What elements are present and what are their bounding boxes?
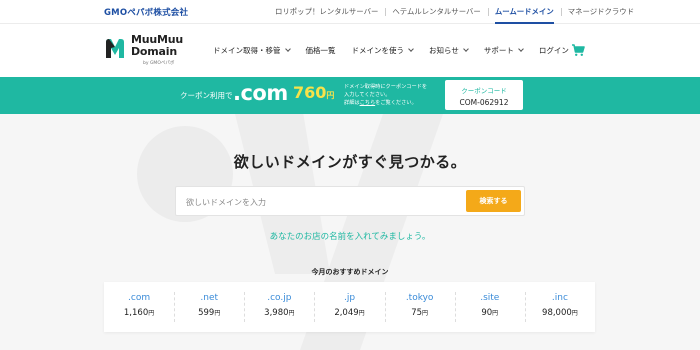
coupon-note-pre: 詳細は: [344, 100, 360, 106]
coupon-price-unit: 円: [326, 91, 335, 100]
logo-byline: by GMOペパボ: [143, 61, 175, 66]
domain-price: 3,980円: [244, 308, 314, 318]
coupon-code-box[interactable]: クーポンコード COM-062912: [445, 80, 523, 110]
corporate-link-managed-cloud[interactable]: マネージドクラウド: [560, 0, 641, 24]
nav-domain-register[interactable]: ドメイン取得・移管: [205, 45, 298, 56]
coupon-tld: .com: [233, 81, 288, 105]
domain-price-unit: 円: [214, 310, 221, 317]
domain-price: 98,000円: [525, 308, 595, 318]
corporate-nav: ロリポップ！レンタルサーバー ヘテムルレンタルサーバー ムームードメイン マネー…: [268, 0, 641, 24]
main-nav: ドメイン取得・移管 価格一覧 ドメインを使う お知らせ サポート ログイン: [205, 24, 577, 77]
gmo-logo-mark: GMO: [104, 8, 128, 18]
nav-support[interactable]: サポート: [476, 45, 531, 56]
domain-tld: .tokyo: [405, 293, 434, 303]
cart-icon[interactable]: [571, 43, 585, 57]
search-button[interactable]: 検索する: [466, 190, 521, 212]
domain-price-unit: 円: [492, 310, 499, 317]
coupon-note-line-3: 詳細はこちらをご覧ください。: [344, 99, 427, 107]
coupon-details-link[interactable]: こちら: [360, 100, 376, 106]
domain-price-value: 3,980: [264, 308, 289, 318]
nav-label: お知らせ: [429, 46, 459, 55]
domain-tld: .net: [200, 293, 219, 303]
domain-price-unit: 円: [288, 310, 295, 317]
domain-item-jp[interactable]: .jp 2,049円: [314, 282, 384, 332]
chevron-down-icon: [463, 46, 469, 52]
nav-label: ドメイン取得・移管: [213, 46, 281, 55]
gmo-logo-text: ペパボ株式会社: [127, 8, 189, 18]
domain-search-input[interactable]: [186, 194, 456, 210]
nav-label: ドメインを使う: [351, 46, 405, 55]
nav-price-list[interactable]: 価格一覧: [298, 45, 344, 56]
domain-price: 75円: [385, 308, 455, 318]
coupon-code-label: クーポンコード: [461, 87, 507, 95]
logo-line-1: MuuMuu: [131, 33, 184, 46]
nav-label: サポート: [483, 46, 514, 55]
logo-wordmark: MuuMuu Domain: [131, 34, 183, 57]
domain-item-tokyo[interactable]: .tokyo 75円: [384, 282, 455, 332]
site-header: MuuMuu Domain by GMOペパボ ドメイン取得・移管 価格一覧 ド…: [0, 24, 700, 77]
domain-price-unit: 円: [358, 310, 365, 317]
coupon-price-value: 760: [293, 83, 327, 102]
chevron-down-icon: [284, 46, 291, 52]
coupon-code-value: COM-062912: [459, 98, 509, 107]
domain-price-unit: 円: [148, 310, 155, 317]
domain-price: 599円: [174, 308, 244, 318]
domain-item-co-jp[interactable]: .co.jp 3,980円: [244, 282, 314, 332]
coupon-note-line-1: ドメイン取得時にクーポンコードを: [344, 84, 428, 90]
coupon-price: 760円: [293, 83, 334, 102]
domain-price-value: 75: [411, 308, 423, 318]
domain-tld: .co.jp: [267, 293, 292, 303]
domain-tld: .inc: [551, 293, 568, 303]
muumuu-logo-icon: [106, 39, 124, 58]
recommended-domains-list: .com 1,160円 .net 599円 .co.jp 3,980円 .jp 2,04…: [104, 282, 595, 332]
domain-item-net[interactable]: .net 599円: [174, 282, 244, 332]
corporate-link-lolipop[interactable]: ロリポップ！レンタルサーバー: [268, 0, 385, 24]
nav-label: ログイン: [538, 46, 569, 55]
muumuu-domain-logo[interactable]: MuuMuu Domain by GMOペパボ: [103, 33, 193, 69]
domain-item-site[interactable]: .site 90円: [454, 282, 525, 332]
domain-item-inc[interactable]: .inc 98,000円: [524, 282, 595, 332]
coupon-lead-text: クーポン利用で: [180, 91, 233, 100]
corporate-link-muumuu[interactable]: ムームードメイン: [487, 0, 561, 24]
domain-tld: .site: [480, 293, 500, 303]
coupon-note-post: をご覧ください。: [375, 100, 417, 106]
domain-item-com[interactable]: .com 1,160円: [104, 282, 174, 332]
search-hint: あなたのお店の名前を入れてみましょう。: [269, 232, 431, 242]
hero-title: 欲しいドメインがすぐ見つかる。: [233, 153, 467, 171]
domain-price-unit: 円: [571, 310, 578, 317]
coupon-banner: クーポン利用で .com 760円 ドメイン取得時にクーポンコードを 入力してく…: [0, 77, 700, 114]
nav-login[interactable]: ログイン: [531, 45, 577, 56]
recommended-domains-title: 今月のおすすめドメイン: [311, 268, 389, 276]
domain-price: 1,160円: [104, 308, 174, 318]
nav-label: 価格一覧: [305, 46, 336, 55]
nav-news[interactable]: お知らせ: [421, 45, 476, 56]
domain-price-value: 1,160: [123, 308, 149, 318]
hero-section: 欲しいドメインがすぐ見つかる。 検索する あなたのお店の名前を入れてみましょう。…: [0, 114, 700, 350]
coupon-note: ドメイン取得時にクーポンコードを 入力してください。 詳細はこちらをご覧ください…: [344, 83, 427, 107]
corporate-bar: GMOペパボ株式会社 ロリポップ！レンタルサーバー ヘテムルレンタルサーバー ム…: [0, 0, 700, 24]
domain-price-unit: 円: [422, 310, 429, 317]
domain-tld: .com: [128, 293, 151, 303]
domain-price-value: 599: [198, 308, 215, 318]
logo-line-2: Domain: [131, 44, 177, 58]
chevron-down-icon: [518, 46, 524, 52]
domain-price: 2,049円: [314, 308, 384, 318]
chevron-down-icon: [408, 46, 414, 52]
gmo-pepabo-logo[interactable]: GMOペパボ株式会社: [104, 6, 188, 18]
domain-price-value: 2,049: [334, 308, 359, 318]
domain-price: 90円: [455, 308, 525, 318]
domain-price-value: 90: [481, 308, 493, 318]
domain-search-box: 検索する: [175, 186, 525, 216]
domain-tld: .jp: [343, 293, 356, 303]
corporate-link-heteml[interactable]: ヘテムルレンタルサーバー: [385, 0, 487, 24]
nav-use-domain[interactable]: ドメインを使う: [344, 45, 422, 56]
domain-price-value: 98,000: [542, 308, 572, 318]
coupon-note-line-2: 入力してください。: [344, 92, 391, 98]
